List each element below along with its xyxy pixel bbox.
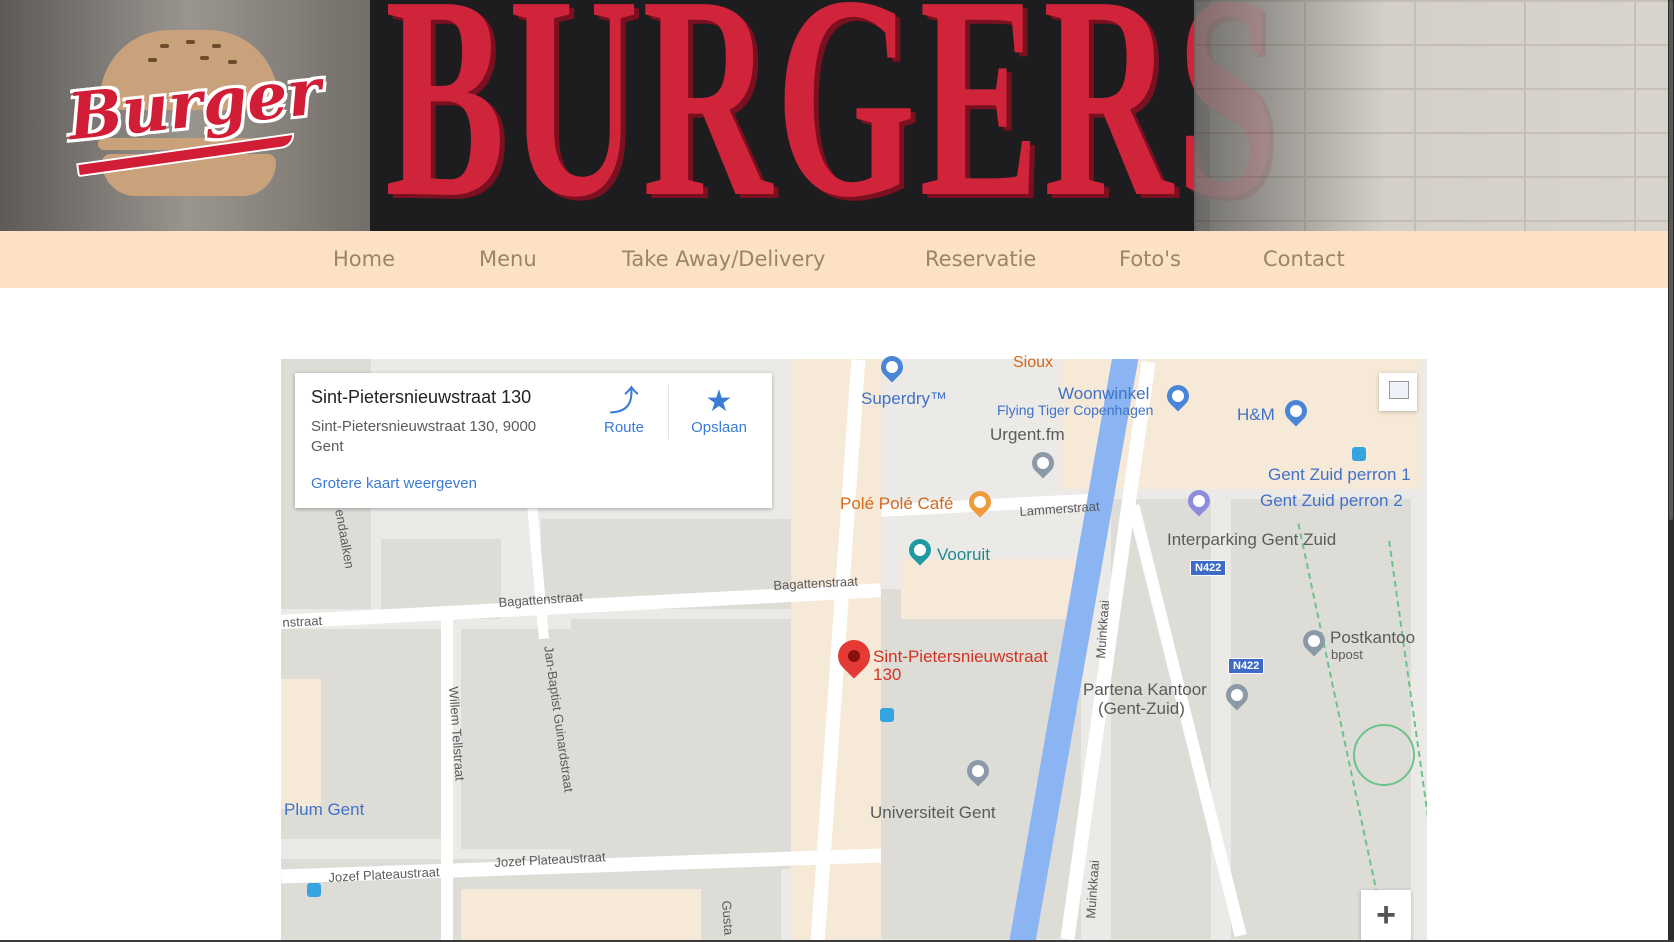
marker-label-line1: Sint-Pietersnieuwstraat [873, 647, 1048, 666]
poi-pole-pole-cafe[interactable]: Polé Polé Café [840, 494, 953, 514]
star-icon: ★ [705, 385, 733, 418]
map-image-button[interactable] [1379, 373, 1417, 411]
main-nav: Home Menu Take Away/Delivery Reservatie … [0, 231, 1668, 288]
poi-postkantoor[interactable]: Postkantoo [1330, 628, 1415, 648]
map-block [1231, 499, 1411, 939]
save-button[interactable]: ★ Opslaan [679, 385, 759, 436]
seed-icon [148, 58, 157, 62]
map-road [441, 609, 453, 942]
poi-plum-gent[interactable]: Plum Gent [284, 800, 364, 820]
poi-urgent-fm[interactable]: Urgent.fm [990, 425, 1065, 445]
bus-stop-icon[interactable] [880, 708, 894, 722]
directions-icon: ⤴ [609, 385, 639, 418]
poi-sioux[interactable]: Sioux [1013, 354, 1053, 372]
poi-vooruit[interactable]: Vooruit [937, 545, 990, 565]
map-block [461, 889, 701, 942]
poi-hm[interactable]: H&M [1237, 405, 1275, 425]
map-block [901, 559, 1081, 619]
seed-icon [186, 40, 195, 44]
route-button-label: Route [603, 419, 645, 436]
seed-icon [212, 44, 221, 48]
banner-brick-wall [1194, 0, 1674, 231]
poi-bpost[interactable]: bpost [1331, 647, 1363, 662]
seed-icon [160, 44, 169, 48]
street-label: Gusta [719, 900, 737, 936]
nav-item-take-away-delivery[interactable]: Take Away/Delivery [622, 231, 825, 288]
road-sign: N422 [1190, 560, 1227, 576]
map-block [571, 619, 811, 869]
info-card-title: Sint-Pietersnieuwstraat 130 [311, 387, 532, 407]
nav-item-menu[interactable]: Menu [479, 231, 537, 288]
info-card-divider [668, 385, 669, 439]
bus-stop-icon[interactable] [1352, 447, 1366, 461]
poi-partena-line1[interactable]: Partena Kantoor [1083, 680, 1207, 700]
header-banner: BURGERS Burger [0, 0, 1674, 231]
poi-woonwinkel[interactable]: Woonwinkel [1058, 384, 1149, 404]
route-button[interactable]: ⤴ Route [584, 385, 664, 436]
map-info-card: Sint-Pietersnieuwstraat 130 Sint-Pieters… [295, 373, 772, 508]
road-sign: N422 [1228, 658, 1265, 674]
poi-gent-zuid-perron-1[interactable]: Gent Zuid perron 1 [1268, 465, 1411, 485]
larger-map-link[interactable]: Grotere kaart weergeven [311, 475, 477, 492]
map-roundabout [1353, 724, 1415, 786]
street-label: nstraat [282, 612, 323, 630]
save-button-label: Opslaan [691, 419, 747, 436]
burger-logo[interactable]: Burger [65, 30, 325, 200]
poi-superdry[interactable]: Superdry™ [861, 389, 947, 409]
page-scrollbar-thumb[interactable] [1669, 0, 1673, 520]
poi-universiteit-gent[interactable]: Universiteit Gent [870, 803, 996, 823]
nav-item-fotos[interactable]: Foto's [1119, 231, 1181, 288]
marker-label-line2: 130 [873, 665, 902, 684]
map-block [881, 589, 1021, 939]
poi-interparking[interactable]: Interparking Gent Zuid [1167, 530, 1336, 550]
nav-item-home[interactable]: Home [333, 231, 395, 288]
map-block [281, 679, 321, 809]
seed-icon [200, 56, 209, 60]
info-card-address: Sint-Pietersnieuwstraat 130, 9000 Gent [311, 418, 537, 455]
bus-stop-icon[interactable] [307, 883, 321, 897]
location-marker-label: Sint-Pietersnieuwstraat 130 [873, 648, 1048, 684]
nav-item-reservatie[interactable]: Reservatie [925, 231, 1036, 288]
banner-sign-text: BURGERS [385, 0, 1281, 231]
poi-flying-tiger[interactable]: Flying Tiger Copenhagen [997, 402, 1153, 418]
poi-partena-line2[interactable]: (Gent-Zuid) [1098, 699, 1185, 719]
zoom-in-button[interactable]: + [1361, 890, 1411, 942]
poi-gent-zuid-perron-2[interactable]: Gent Zuid perron 2 [1260, 491, 1403, 511]
nav-item-contact[interactable]: Contact [1263, 231, 1345, 288]
